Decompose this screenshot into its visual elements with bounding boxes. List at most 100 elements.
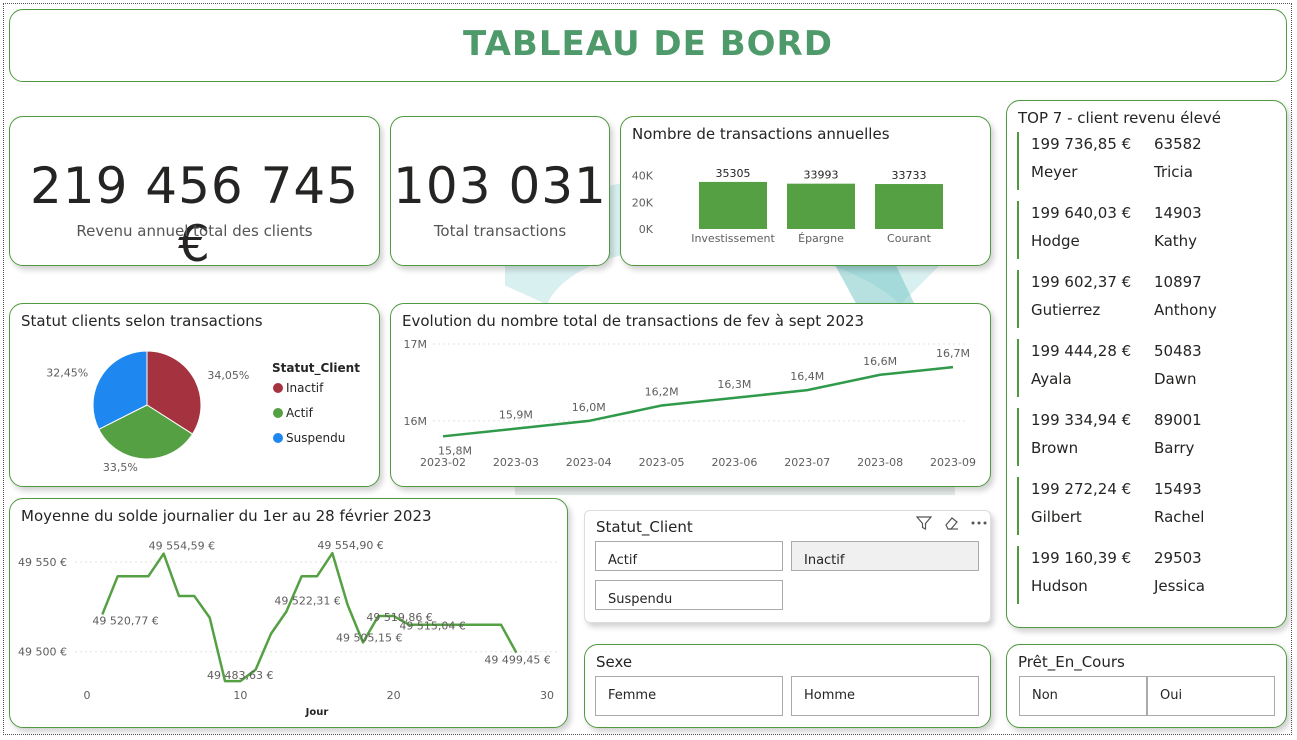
top-client-entry: 199 736,85 € 63582 Meyer Tricia bbox=[1017, 132, 1269, 190]
top-client-last: Brown bbox=[1031, 439, 1079, 457]
top-client-entry: 199 444,28 € 50483 Ayala Dawn bbox=[1017, 339, 1269, 397]
evolution-data-label: 16,2M bbox=[645, 386, 679, 399]
evolution-data-label: 16,3M bbox=[717, 378, 751, 391]
top-client-revenue: 199 160,39 € bbox=[1031, 549, 1132, 567]
top-client-last: Hodge bbox=[1031, 232, 1080, 250]
dashboard-title: TABLEAU DE BORD bbox=[463, 24, 833, 64]
bar-data-label: 33993 bbox=[804, 169, 839, 182]
top-client-entry: 199 272,24 € 15493 Gilbert Rachel bbox=[1017, 477, 1269, 535]
x-tick-label: Courant bbox=[887, 232, 932, 245]
y-tick-label: 16M bbox=[404, 415, 428, 428]
kpi-transactions-value: 103 031 bbox=[393, 157, 607, 215]
loan-option-non[interactable]: Non bbox=[1019, 676, 1147, 716]
top-client-entry: 199 160,39 € 29503 Hudson Jessica bbox=[1017, 546, 1269, 604]
loan-slicer-title: Prêt_En_Cours bbox=[1018, 653, 1125, 671]
status-pie-card: Statut clients selon transactions 34,05%… bbox=[9, 303, 380, 487]
bar-1 bbox=[787, 183, 855, 229]
kpi-revenue-label: Revenu annuel total des clients bbox=[76, 222, 313, 240]
daily-data-label: 49 522,31 € bbox=[274, 595, 340, 608]
daily-series-line bbox=[101, 551, 518, 683]
top-client-revenue: 199 334,94 € bbox=[1031, 411, 1132, 429]
bar-data-label: 35305 bbox=[716, 167, 751, 180]
top-client-last: Hudson bbox=[1031, 577, 1088, 595]
x-tick-label: 10 bbox=[233, 689, 247, 702]
evolution-data-label: 15,9M bbox=[499, 409, 533, 422]
pie-data-label: 32,45% bbox=[46, 367, 88, 380]
kpi-revenue-card: 219 456 745 € Revenu annuel total des cl… bbox=[9, 116, 380, 273]
loan-slicer: Prêt_En_Cours Non Oui bbox=[1006, 644, 1287, 728]
evolution-data-label: 16,0M bbox=[572, 401, 606, 414]
x-tick-label: 2023-09 bbox=[930, 456, 976, 469]
status-option-inactif[interactable]: Inactif bbox=[791, 541, 979, 571]
legend-marker-inactif bbox=[273, 383, 283, 393]
evolution-series-line bbox=[442, 365, 954, 438]
kpi-transactions-card: 103 031 Total transactions bbox=[390, 116, 610, 266]
top-client-first: Rachel bbox=[1154, 508, 1205, 526]
top-client-id: 63582 bbox=[1154, 135, 1202, 153]
eraser-icon[interactable] bbox=[943, 515, 959, 531]
sex-slicer: Sexe Femme Homme bbox=[584, 644, 991, 728]
evolution-card: Evolution du nombre total de transaction… bbox=[390, 303, 991, 487]
y-tick-label: 20K bbox=[632, 196, 654, 209]
kpi-transactions-label: Total transactions bbox=[433, 222, 567, 240]
top-client-first: Dawn bbox=[1154, 370, 1197, 388]
top-client-id: 15493 bbox=[1154, 480, 1202, 498]
legend-marker-actif bbox=[273, 408, 283, 418]
x-tick-label: 0 bbox=[84, 689, 91, 702]
evolution-data-label: 16,6M bbox=[863, 355, 897, 368]
top-client-id: 50483 bbox=[1154, 342, 1202, 360]
top-client-entry: 199 602,37 € 10897 Gutierrez Anthony bbox=[1017, 270, 1269, 328]
status-option-suspendu[interactable]: Suspendu bbox=[595, 580, 783, 610]
y-tick-label: 49 500 € bbox=[18, 646, 67, 659]
top-client-first: Barry bbox=[1154, 439, 1195, 457]
pie-data-label: 34,05% bbox=[207, 369, 249, 382]
x-tick-label: 20 bbox=[387, 689, 401, 702]
filter-icon[interactable] bbox=[916, 515, 932, 531]
sex-option-homme[interactable]: Homme bbox=[791, 676, 979, 716]
kpi-revenue-value: 219 456 745 € bbox=[29, 157, 360, 273]
more-options-icon[interactable] bbox=[970, 515, 988, 531]
top-clients-card: TOP 7 - client revenu élevé 199 736,85 €… bbox=[1006, 100, 1287, 628]
x-tick-label: 2023-08 bbox=[857, 456, 903, 469]
y-tick-label: 40K bbox=[632, 170, 654, 183]
x-tick-label: 2023-03 bbox=[493, 456, 539, 469]
top-client-first: Tricia bbox=[1154, 163, 1193, 181]
x-tick-label: 2023-05 bbox=[639, 456, 685, 469]
top-clients-title: TOP 7 - client revenu élevé bbox=[1018, 109, 1221, 127]
top-client-entry: 199 640,03 € 14903 Hodge Kathy bbox=[1017, 201, 1269, 259]
status-pie-chart: 34,05% 33,5% 32,45% Statut_Client Inactif Act… bbox=[46, 350, 360, 474]
header-banner: TABLEAU DE BORD bbox=[9, 9, 1287, 82]
top-client-last: Ayala bbox=[1031, 370, 1072, 388]
status-option-actif[interactable]: Actif bbox=[595, 541, 783, 571]
top-client-id: 29503 bbox=[1154, 549, 1202, 567]
legend-label: Inactif bbox=[286, 381, 324, 395]
evolution-data-label: 16,4M bbox=[790, 370, 824, 383]
daily-data-label: 49 483,63 € bbox=[207, 669, 273, 682]
x-tick-label: 30 bbox=[540, 689, 554, 702]
top-client-id: 10897 bbox=[1154, 273, 1202, 291]
top-client-last: Meyer bbox=[1031, 163, 1078, 181]
loan-option-oui[interactable]: Oui bbox=[1147, 676, 1275, 716]
legend-marker-suspendu bbox=[273, 433, 283, 443]
x-tick-label: Épargne bbox=[798, 232, 844, 245]
daily-data-label: 49 499,45 € bbox=[484, 654, 550, 667]
sex-option-femme[interactable]: Femme bbox=[595, 676, 783, 716]
top-client-id: 14903 bbox=[1154, 204, 1202, 222]
annual-transactions-card: Nombre de transactions annuelles 0K 20K 40… bbox=[620, 116, 991, 266]
evolution-line-chart: 16M17M15,8M2023-0215,9M2023-0316,0M2023-… bbox=[404, 338, 976, 469]
daily-data-label: 49 520,77 € bbox=[92, 614, 158, 627]
top-client-revenue: 199 272,24 € bbox=[1031, 480, 1132, 498]
daily-data-label: 49 554,90 € bbox=[317, 539, 383, 552]
status-slicer: Statut_Client Actif Inactif Suspendu bbox=[584, 510, 991, 623]
legend-title: Statut_Client bbox=[272, 361, 360, 376]
bar-2 bbox=[875, 184, 943, 229]
bar-data-label: 33733 bbox=[892, 169, 927, 182]
x-tick-label: Investissement bbox=[691, 232, 775, 245]
top-client-revenue: 199 736,85 € bbox=[1031, 135, 1132, 153]
top-client-revenue: 199 640,03 € bbox=[1031, 204, 1132, 222]
x-axis-title: Jour bbox=[305, 707, 329, 718]
top-client-last: Gutierrez bbox=[1031, 301, 1101, 319]
x-tick-label: 2023-02 bbox=[420, 456, 466, 469]
daily-balance-card: Moyenne du solde journalier du 1er au 28… bbox=[9, 498, 568, 728]
top-client-first: Anthony bbox=[1154, 301, 1217, 319]
